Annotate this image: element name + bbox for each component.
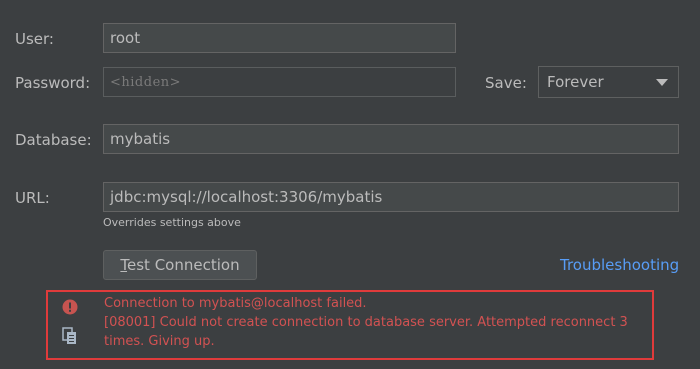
save-dropdown[interactable]: Forever <box>538 66 679 98</box>
user-label: User: <box>15 30 54 48</box>
error-circle-icon <box>62 299 78 319</box>
user-input[interactable]: root <box>103 23 456 53</box>
data-source-settings-panel: User: root Password: <hidden> Save: Fore… <box>0 0 700 369</box>
error-line-1: Connection to mybatis@localhost failed. <box>104 296 367 311</box>
url-hint: Overrides settings above <box>103 216 241 229</box>
copy-icon[interactable] <box>62 327 78 349</box>
password-label: Password: <box>15 74 91 92</box>
password-input[interactable]: <hidden> <box>103 67 456 97</box>
test-connection-button[interactable]: Test Connection <box>103 250 257 280</box>
chevron-down-icon <box>656 79 668 86</box>
url-label: URL: <box>15 189 50 207</box>
save-label: Save: <box>485 74 527 92</box>
save-dropdown-value: Forever <box>547 73 604 91</box>
error-line-2: [08001] Could not create connection to d… <box>104 315 628 330</box>
database-input[interactable]: mybatis <box>103 124 679 154</box>
database-label: Database: <box>15 131 92 149</box>
error-line-3: times. Giving up. <box>104 334 215 349</box>
troubleshooting-link[interactable]: Troubleshooting <box>560 256 679 274</box>
url-input[interactable]: jdbc:mysql://localhost:3306/mybatis <box>103 182 679 212</box>
test-connection-label: est Connection <box>127 256 240 274</box>
